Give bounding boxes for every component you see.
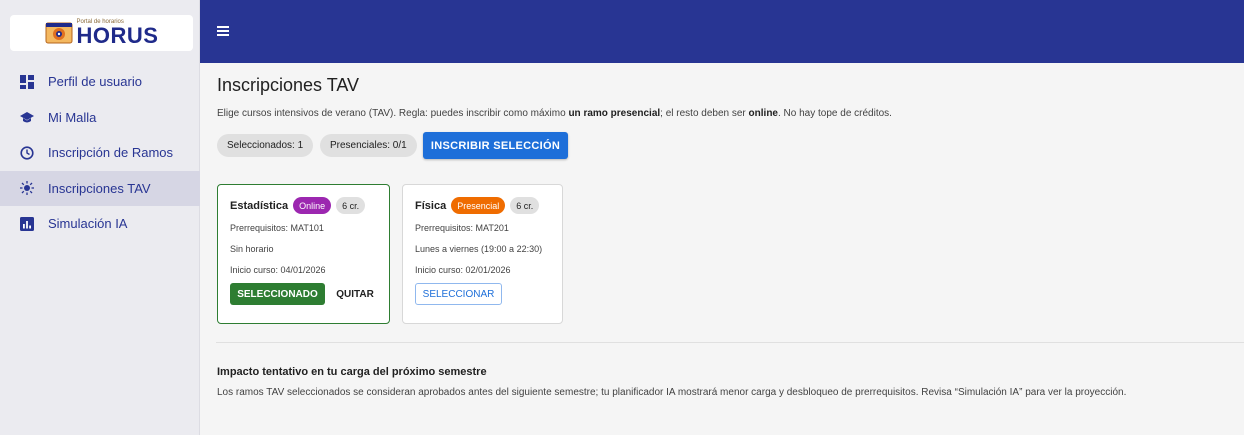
selected-button[interactable]: SELECCIONADO: [230, 283, 325, 305]
modality-badge: Online: [293, 197, 332, 214]
school-icon: [20, 110, 34, 124]
sidebar-item-label: Perfil de usuario: [48, 74, 142, 90]
course-prereq: Prerrequisitos: MAT101: [230, 223, 324, 233]
course-schedule: Sin horario: [230, 244, 274, 254]
sun-icon: [20, 181, 34, 196]
sidebar-item-label: Simulación IA: [48, 216, 128, 232]
course-card-fisica: Física Presencial 6 cr. Prerrequisitos: …: [402, 184, 563, 324]
desc-text: ; el resto deben ser: [660, 108, 749, 119]
sidebar-item-label: Inscripciones TAV: [48, 180, 151, 196]
enroll-selection-button[interactable]: INSCRIBIR SELECCIÓN: [423, 132, 568, 159]
sidebar: Portal de horarios HORUS Perfil de usuar…: [0, 0, 200, 435]
course-start: Inicio curso: 02/01/2026: [415, 265, 511, 275]
course-card-estadistica: Estadística Online 6 cr. Prerrequisitos:…: [217, 184, 390, 324]
impact-text: Los ramos TAV seleccionados se considera…: [217, 387, 1127, 398]
sidebar-item-perfil[interactable]: Perfil de usuario: [0, 64, 200, 100]
clock-icon: [20, 146, 34, 160]
credits-badge: 6 cr.: [336, 197, 366, 214]
course-card-header: Estadística Online 6 cr.: [230, 197, 366, 214]
remove-button[interactable]: QUITAR: [330, 283, 380, 305]
sidebar-item-simulacion-ia[interactable]: Simulación IA: [0, 206, 200, 242]
desc-bold-online: online: [748, 108, 778, 119]
course-start: Inicio curso: 04/01/2026: [230, 265, 326, 275]
credits-badge: 6 cr.: [510, 197, 540, 214]
course-name: Física: [415, 199, 447, 212]
course-prereq: Prerrequisitos: MAT201: [415, 223, 509, 233]
sidebar-nav: Perfil de usuario Mi Malla Inscripción d…: [0, 64, 200, 242]
bar-chart-icon: [20, 216, 34, 231]
dashboard-icon: [20, 74, 34, 89]
sidebar-item-label: Mi Malla: [48, 109, 97, 125]
desc-bold-presencial: un ramo presencial: [568, 108, 661, 119]
course-schedule: Lunes a viernes (19:00 a 22:30): [415, 244, 543, 254]
course-name: Estadística: [230, 199, 289, 212]
desc-text: Elige cursos intensivos de verano (TAV).…: [217, 108, 569, 119]
main-content: Inscripciones TAV Elige cursos intensivo…: [216, 63, 1244, 435]
sidebar-item-malla[interactable]: Mi Malla: [0, 100, 200, 136]
sidebar-item-inscripcion-ramos[interactable]: Inscripción de Ramos: [0, 135, 200, 171]
logo-emblem-icon: [45, 22, 73, 44]
impact-title: Impacto tentativo en tu carga del próxim…: [217, 366, 487, 378]
select-button[interactable]: SELECCIONAR: [415, 283, 502, 305]
modality-badge: Presencial: [451, 197, 506, 214]
sidebar-item-inscripciones-tav[interactable]: Inscripciones TAV: [0, 170, 200, 206]
page-description: Elige cursos intensivos de verano (TAV).…: [217, 108, 892, 119]
desc-text: . No hay tope de créditos.: [778, 108, 892, 119]
logo-title: HORUS: [76, 23, 159, 48]
sidebar-item-label: Inscripción de Ramos: [48, 145, 173, 161]
page-title: Inscripciones TAV: [217, 75, 360, 95]
course-card-header: Física Presencial 6 cr.: [415, 197, 540, 214]
section-divider: [216, 342, 1244, 343]
selected-count-chip: Seleccionados: 1: [217, 134, 314, 157]
app-logo[interactable]: Portal de horarios HORUS: [10, 15, 193, 51]
presential-count-chip: Presenciales: 0/1: [320, 134, 417, 157]
top-app-bar: [200, 0, 1244, 63]
hamburger-icon[interactable]: [217, 26, 229, 36]
